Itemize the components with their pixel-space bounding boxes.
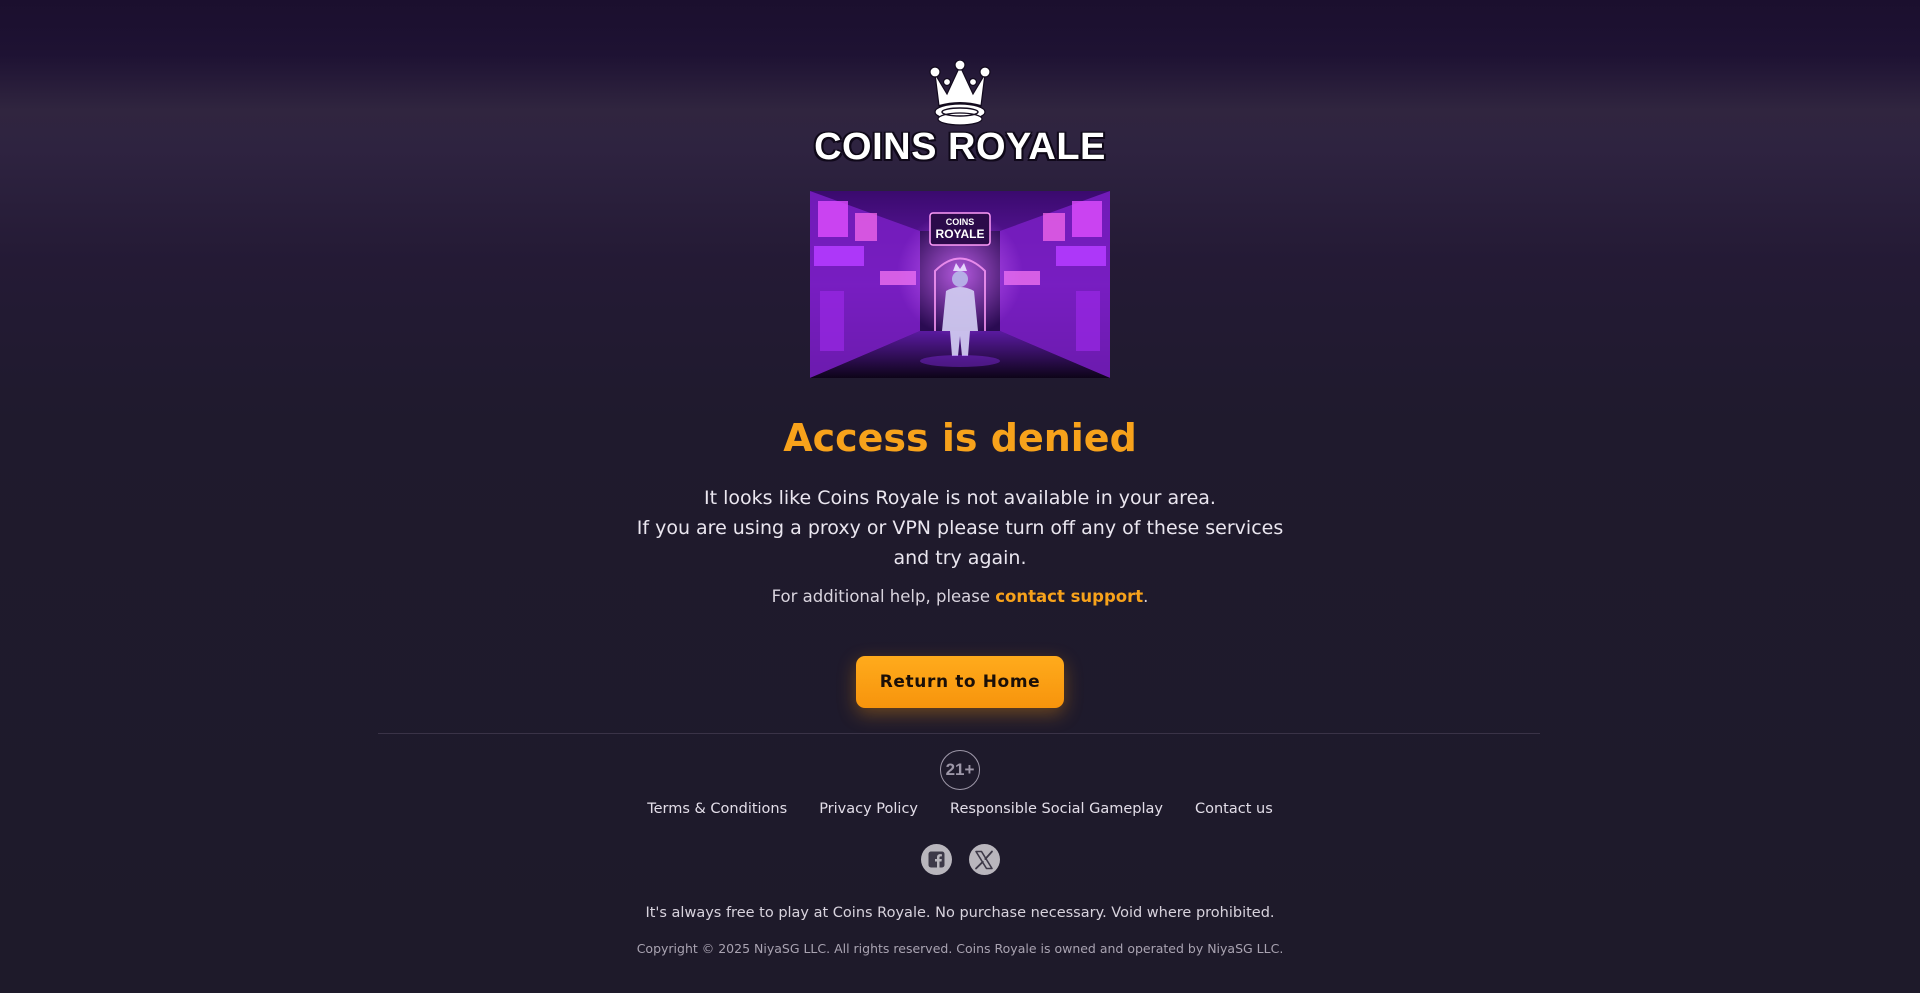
contact-us-link[interactable]: Contact us — [1195, 801, 1273, 817]
copyright: Copyright © 2025 NiyaSG LLC. All rights … — [636, 941, 1284, 956]
help-prefix: For additional help, please — [771, 587, 996, 606]
x-icon[interactable] — [968, 844, 1000, 875]
footer-links: Terms & Conditions Privacy Policy Respon… — [0, 801, 1920, 817]
help-text: For additional help, please contact supp… — [0, 587, 1920, 606]
hero-sign-line1: COINS — [946, 217, 975, 227]
brand-name: COINS ROYALE — [814, 126, 1106, 168]
free-play-notice: It's always free to play at Coins Royale… — [645, 905, 1275, 921]
responsible-gameplay-link[interactable]: Responsible Social Gameplay — [950, 801, 1163, 817]
privacy-policy-link[interactable]: Privacy Policy — [819, 801, 918, 817]
age-badge: 21+ — [940, 750, 980, 790]
terms-link[interactable]: Terms & Conditions — [647, 801, 787, 817]
brand-logo[interactable]: COINS ROYALE — [0, 60, 1920, 169]
page-title: Access is denied — [783, 416, 1137, 460]
hero-image: COINS ROYALE — [810, 191, 1110, 378]
facebook-icon[interactable] — [920, 844, 952, 875]
return-home-button[interactable]: Return to Home — [856, 656, 1064, 708]
contact-support-link[interactable]: contact support — [995, 587, 1143, 606]
social-links — [0, 844, 1920, 875]
hero-sign-line2: ROYALE — [936, 227, 985, 241]
message-line: and try again. — [893, 547, 1027, 569]
help-suffix: . — [1143, 587, 1149, 606]
message-line: It looks like Coins Royale is not availa… — [704, 487, 1216, 509]
message-line: If you are using a proxy or VPN please t… — [636, 517, 1284, 539]
footer-divider — [378, 733, 1540, 734]
crown-icon — [929, 60, 991, 126]
error-message: It looks like Coins Royale is not availa… — [0, 483, 1920, 573]
